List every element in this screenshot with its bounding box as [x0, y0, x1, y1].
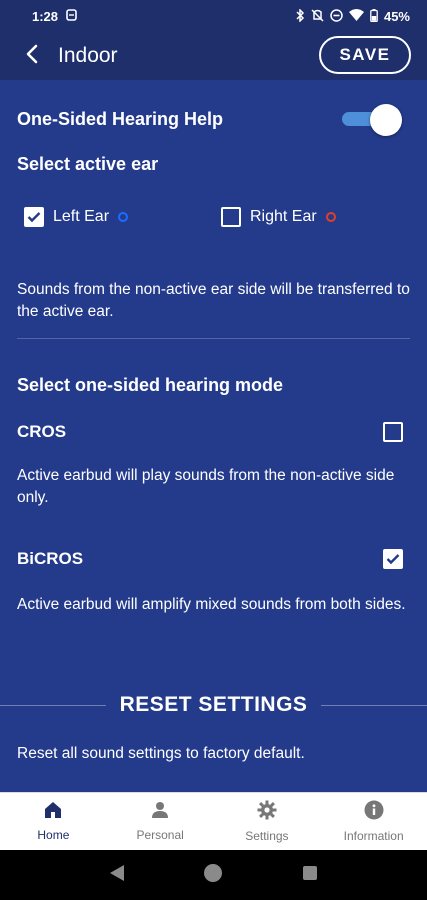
vibrate-off-icon	[311, 8, 324, 24]
bottom-nav: Home Personal Settings Information	[0, 792, 427, 850]
gear-icon	[257, 800, 277, 823]
app-bar: Indoor SAVE	[0, 32, 427, 80]
one-sided-label: One-Sided Hearing Help	[17, 108, 224, 129]
settings-mini-icon	[66, 9, 77, 23]
back-triangle-icon[interactable]	[109, 864, 125, 887]
nav-home-label: Home	[37, 828, 70, 842]
right-ear-label: Right Ear	[250, 208, 317, 225]
cros-row[interactable]: CROS	[17, 421, 410, 443]
one-sided-row: One-Sided Hearing Help	[17, 104, 410, 136]
battery-percent: 45%	[383, 8, 410, 24]
mode-title: Select one-sided hearing mode	[17, 375, 284, 395]
reset-divider-right	[321, 704, 427, 706]
home-icon	[44, 801, 62, 822]
bluetooth-icon	[296, 7, 305, 24]
nav-personal-label: Personal	[136, 828, 184, 842]
back-arrow-icon	[25, 44, 39, 69]
nav-information-label: Information	[343, 829, 404, 843]
cros-checkbox[interactable]	[383, 422, 403, 442]
reset-divider-left	[0, 704, 106, 706]
status-bar: 1:28 45%	[0, 0, 427, 32]
divider	[17, 338, 410, 339]
nav-home[interactable]: Home	[0, 793, 107, 850]
left-ear-color-dot	[118, 212, 129, 222]
bicros-label: BiCROS	[17, 549, 84, 568]
cros-description: Active earbud will play sounds from the …	[17, 467, 395, 506]
nav-settings[interactable]: Settings	[214, 793, 321, 850]
bicros-description: Active earbud will amplify mixed sounds …	[17, 596, 406, 613]
reset-title: RESET SETTINGS	[119, 693, 308, 716]
nav-settings-label: Settings	[245, 829, 289, 843]
reset-description: Reset all sound settings to factory defa…	[17, 745, 305, 762]
one-sided-toggle[interactable]	[338, 104, 402, 136]
right-ear-option[interactable]: Right Ear	[221, 207, 336, 227]
cros-label: CROS	[17, 422, 67, 441]
left-ear-label: Left Ear	[53, 208, 110, 225]
reset-settings-button[interactable]: RESET SETTINGS	[0, 685, 427, 725]
bicros-row[interactable]: BiCROS	[17, 548, 410, 570]
battery-icon	[370, 8, 378, 24]
back-button[interactable]	[12, 36, 52, 76]
wifi-icon	[348, 9, 364, 23]
right-ear-color-dot	[325, 212, 336, 222]
info-icon	[364, 800, 384, 823]
right-ear-checkbox[interactable]	[221, 207, 241, 227]
status-time: 1:28	[32, 8, 59, 24]
system-nav-bar	[0, 850, 427, 900]
settings-content: One-Sided Hearing Help Select active ear…	[0, 80, 427, 792]
recents-square-icon[interactable]	[302, 865, 318, 886]
left-ear-option[interactable]: Left Ear	[24, 207, 129, 227]
toggle-thumb	[370, 104, 402, 136]
active-ear-title: Select active ear	[17, 154, 159, 174]
nav-personal[interactable]: Personal	[107, 793, 214, 850]
save-button[interactable]: SAVE	[319, 36, 411, 74]
home-circle-icon[interactable]	[203, 863, 223, 888]
active-ear-description: Sounds from the non-active ear side will…	[17, 281, 410, 320]
page-title: Indoor	[58, 44, 118, 67]
dnd-icon	[330, 8, 343, 24]
left-ear-checkbox[interactable]	[24, 207, 44, 227]
person-icon	[151, 801, 169, 822]
bicros-checkbox[interactable]	[383, 549, 403, 569]
nav-information[interactable]: Information	[320, 793, 427, 850]
